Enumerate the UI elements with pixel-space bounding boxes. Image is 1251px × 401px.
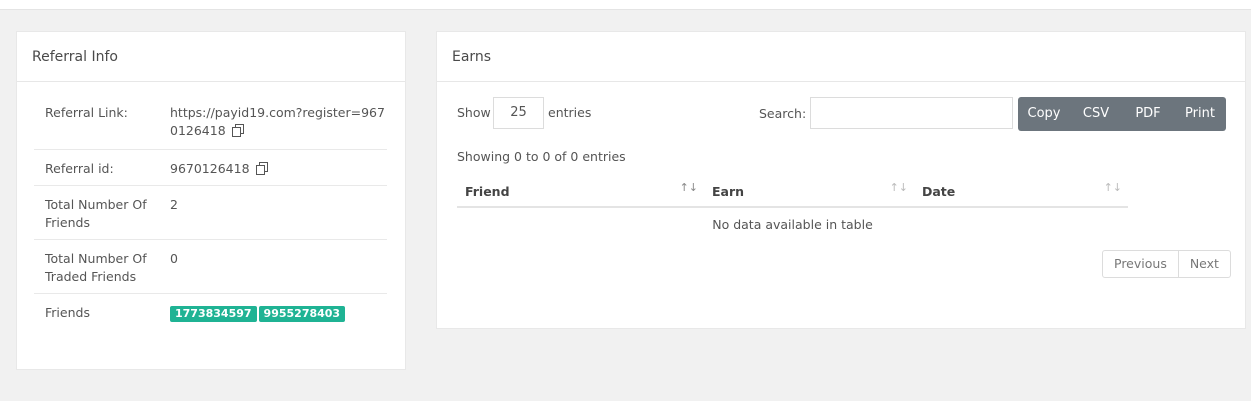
- total-friends-value: 2: [170, 197, 178, 212]
- column-label: Earn: [712, 184, 745, 199]
- print-button[interactable]: Print: [1174, 97, 1226, 131]
- referral-link-value: https://payid19.com?register=9670126418: [170, 94, 387, 149]
- column-header-date[interactable]: Date ↑↓: [914, 175, 1128, 206]
- table-controls: Show 25 entries Search: Copy CSV PDF Pri…: [457, 97, 1227, 131]
- referral-id-label: Referral id:: [45, 161, 114, 176]
- column-label: Friend: [465, 184, 510, 199]
- top-navbar: [0, 0, 1251, 10]
- next-button[interactable]: Next: [1177, 251, 1230, 277]
- empty-table-message: No data available in table: [712, 217, 873, 232]
- referral-info-table: Referral Link: https://payid19.com?regis…: [34, 94, 387, 330]
- column-header-earn[interactable]: Earn ↑↓: [704, 175, 914, 206]
- table-info: Showing 0 to 0 of 0 entries: [457, 149, 626, 164]
- column-label: Date: [922, 184, 956, 199]
- copy-button[interactable]: Copy: [1018, 97, 1070, 131]
- sort-icon: ↑↓: [889, 181, 908, 194]
- earns-panel: Earns Show 25 entries Search: Copy CSV P…: [436, 31, 1246, 329]
- earns-table: Friend ↑↓ Earn ↑↓ Date ↑↓ No data availa…: [457, 175, 1128, 242]
- table-header: Friend ↑↓ Earn ↑↓ Date ↑↓: [457, 175, 1128, 208]
- friends-row: Friends 1773834597 9955278403: [34, 294, 387, 330]
- search-label: Search:: [759, 106, 807, 121]
- total-friends-row: Total Number Of Friends 2: [34, 186, 387, 240]
- referral-id-value: 9670126418: [170, 150, 387, 185]
- sort-icon: ↑↓: [1103, 181, 1122, 194]
- referral-id-row: Referral id: 9670126418: [34, 150, 387, 186]
- friend-badge[interactable]: 9955278403: [258, 306, 346, 322]
- referral-info-panel: Referral Info Referral Link: https://pay…: [16, 31, 406, 370]
- referral-info-title: Referral Info: [17, 32, 405, 82]
- sort-icon: ↑↓: [679, 181, 698, 194]
- referral-id-text: 9670126418: [170, 161, 250, 176]
- friends-label: Friends: [45, 305, 90, 320]
- referral-link-text: https://payid19.com?register=9670126418: [170, 105, 385, 138]
- pagination: Previous Next: [1102, 250, 1231, 278]
- entries-label: entries: [548, 105, 592, 120]
- traded-friends-label: Total Number Of Traded Friends: [45, 251, 147, 284]
- earns-title: Earns: [437, 32, 1245, 82]
- show-label: Show: [457, 105, 491, 120]
- total-friends-label: Total Number Of Friends: [45, 197, 147, 230]
- pdf-button[interactable]: PDF: [1122, 97, 1174, 131]
- friend-badge[interactable]: 1773834597: [170, 306, 257, 322]
- search-input[interactable]: [810, 97, 1013, 129]
- friends-badges: 1773834597 9955278403: [170, 294, 387, 330]
- copy-icon[interactable]: [231, 124, 245, 137]
- previous-button[interactable]: Previous: [1103, 251, 1178, 277]
- page-length-select[interactable]: 25: [493, 97, 544, 129]
- copy-icon[interactable]: [255, 162, 269, 175]
- traded-friends-value: 0: [170, 251, 178, 266]
- export-button-group: Copy CSV PDF Print: [1018, 97, 1226, 131]
- column-header-friend[interactable]: Friend ↑↓: [457, 175, 704, 206]
- referral-link-label: Referral Link:: [45, 105, 128, 120]
- referral-link-row: Referral Link: https://payid19.com?regis…: [34, 94, 387, 150]
- traded-friends-row: Total Number Of Traded Friends 0: [34, 240, 387, 294]
- csv-button[interactable]: CSV: [1070, 97, 1122, 131]
